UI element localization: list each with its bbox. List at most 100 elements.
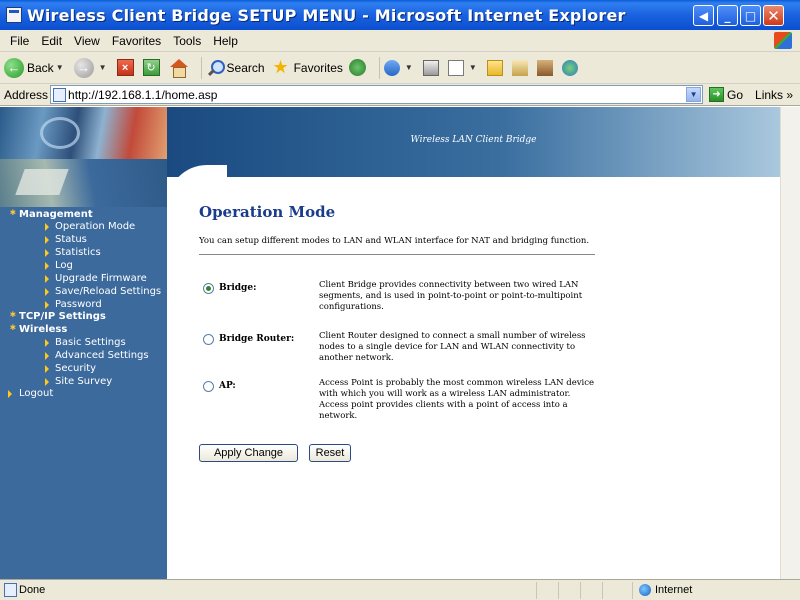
media-button[interactable] [348,59,369,76]
forward-dropdown-icon[interactable]: ▼ [99,63,107,72]
home-button[interactable] [169,59,191,78]
status-text-area: Done [0,580,536,600]
refresh-button[interactable]: ↻ [142,59,163,76]
status-cell [536,581,558,599]
menu-view[interactable]: View [68,34,106,48]
back-icon: ← [4,57,24,78]
links-button[interactable]: Links » [755,88,793,102]
menu-help[interactable]: Help [207,34,244,48]
mode-label-bridge: Bridge: [219,283,257,293]
radio-bridge[interactable] [203,283,214,294]
links-label: Links [755,87,784,102]
back-dropdown-icon[interactable]: ▼ [56,63,64,72]
vertical-scrollbar[interactable] [780,107,800,579]
bullet-star-icon: ∗ [9,310,17,320]
page-icon [53,87,67,102]
favorites-label: Favorites [293,60,343,75]
favorites-button[interactable]: ★ Favorites [271,57,343,78]
messenger-button[interactable] [561,59,581,76]
mode-description-bridge-router: Client Router designed to connect a smal… [319,331,586,363]
search-button[interactable]: Search [206,59,265,77]
bullet-arrow-icon [45,339,49,347]
banner-photo-bottom [0,159,167,207]
close-button[interactable]: ✕ [763,5,784,26]
ie-window-icon[interactable] [6,7,22,23]
toolbar-separator [200,56,202,79]
bullet-arrow-icon [45,288,49,296]
address-input[interactable]: http://192.168.1.1/home.asp ▼ [50,85,704,104]
bullet-star-icon: ∗ [9,323,17,333]
bullet-arrow-icon [45,378,49,386]
zone-label: Internet [655,584,693,596]
minimize-button[interactable]: _ [717,5,738,26]
window-title-bar[interactable]: Wireless Client Bridge SETUP MENU - Micr… [0,0,800,30]
bullet-arrow-icon [8,390,12,398]
apply-change-button[interactable]: Apply Change [199,444,298,462]
security-zone: Internet [632,581,772,599]
mode-description-bridge: Client Bridge provides connectivity betw… [319,280,583,312]
print-button[interactable] [422,59,442,76]
mode-label-ap: AP: [219,381,236,391]
divider [199,254,595,255]
refresh-icon: ↻ [142,59,160,76]
bullet-arrow-icon [45,262,49,270]
forward-button[interactable]: → ▼ [73,57,111,78]
stop-button[interactable]: × [116,59,137,76]
history-dropdown-icon[interactable]: ▼ [405,63,413,72]
status-cell [558,581,580,599]
maximize-button[interactable]: □ [740,5,761,26]
header-banner: Wireless LAN Client Bridge [167,107,780,177]
menu-edit[interactable]: Edit [35,34,68,48]
reset-button[interactable]: Reset [309,444,351,462]
banner-title: Wireless LAN Client Bridge [410,135,537,145]
favorites-icon: ★ [272,57,289,77]
bullet-arrow-icon [45,365,49,373]
bullet-arrow-icon [45,236,49,244]
address-url: http://192.168.1.1/home.asp [68,87,218,102]
history-button[interactable]: ▼ [383,59,417,76]
forward-icon: → [73,57,94,78]
status-cell [602,581,624,599]
folder-button[interactable] [486,59,506,76]
history-icon [383,59,400,76]
folder-icon [486,59,503,76]
internet-globe-icon [639,584,651,596]
back-label: Back [27,60,54,75]
radio-ap[interactable] [203,381,214,392]
back-nav-arrow-icon[interactable]: ◀ [693,5,714,26]
edit-icon [447,59,464,76]
menu-favorites[interactable]: Favorites [106,34,167,48]
research-button[interactable] [511,59,531,76]
search-icon [206,59,225,77]
radio-bridge-router[interactable] [203,334,214,345]
go-button[interactable]: ➜ Go [709,87,743,102]
media-icon [348,59,366,76]
bullet-arrow-icon [45,352,49,360]
windows-logo-icon [774,32,792,49]
bullet-arrow-icon [45,275,49,283]
done-page-icon [4,583,17,597]
discuss-icon [536,59,553,76]
standard-toolbar: ← Back ▼ → ▼ × ↻ Search ★ Favorites ▼ ▼ [0,52,800,84]
status-text: Done [19,584,46,596]
menu-tools[interactable]: Tools [167,34,207,48]
go-label: Go [727,87,744,102]
go-arrow-icon: ➜ [709,87,725,102]
edit-button[interactable]: ▼ [447,59,481,76]
back-button[interactable]: ← Back ▼ [4,57,68,78]
status-bar: Done Internet [0,579,800,600]
page-viewport: ∗ Management Operation Mode Status Stati… [0,107,780,579]
research-icon [511,59,528,76]
print-icon [422,59,439,76]
address-dropdown-icon[interactable]: ▼ [686,87,702,102]
window-title: Wireless Client Bridge SETUP MENU - Micr… [27,5,626,25]
edit-dropdown-icon[interactable]: ▼ [469,63,477,72]
discuss-button[interactable] [536,59,556,76]
page-title: Operation Mode [199,203,336,221]
banner-photo-top [0,107,167,159]
toolbar-separator [378,56,380,79]
status-cell [580,581,602,599]
menu-file[interactable]: File [4,34,35,48]
messenger-icon [561,59,578,76]
menu-bar: File Edit View Favorites Tools Help [0,30,800,52]
